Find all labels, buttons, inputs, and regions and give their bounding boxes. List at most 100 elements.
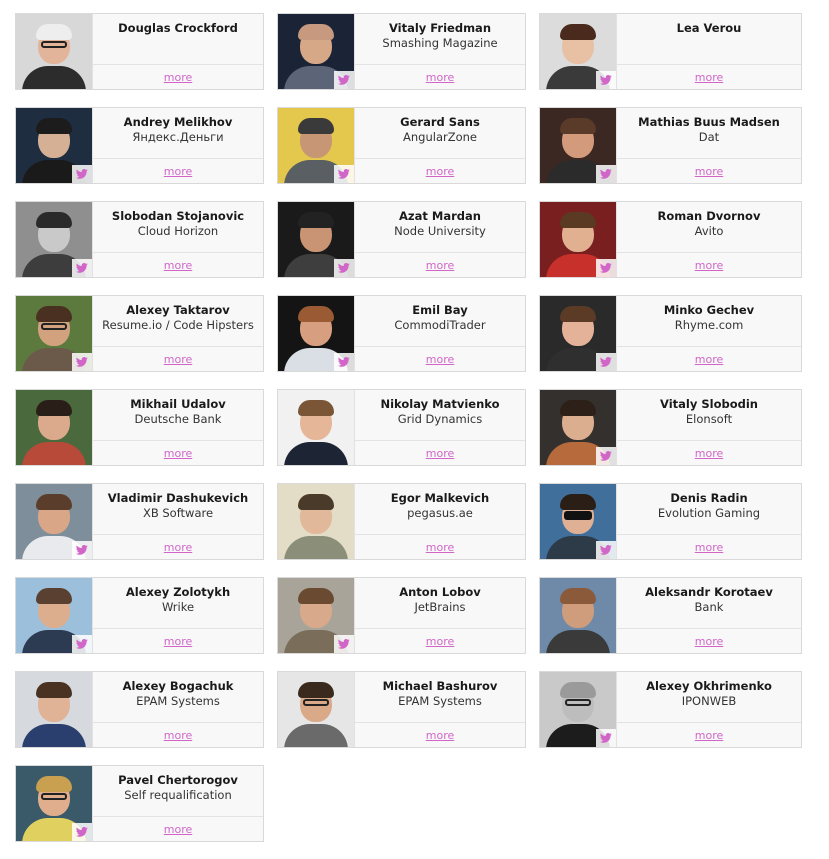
twitter-link[interactable] [72,259,92,277]
more-link[interactable]: more [164,447,193,460]
speaker-card: Mikhail Udalov Deutsche Bank more [15,389,264,466]
twitter-bird-icon [338,75,350,85]
more-link[interactable]: more [426,729,455,742]
twitter-link[interactable] [334,353,354,371]
speaker-company: Wrike [161,600,195,614]
speaker-photo [278,578,355,653]
speaker-photo [540,484,617,559]
speaker-card: Vitaly Friedman Smashing Magazine more [277,13,526,90]
twitter-link[interactable] [596,165,616,183]
speaker-name: Azat Mardan [399,209,481,223]
speaker-company: Cloud Horizon [137,224,219,238]
twitter-link[interactable] [596,259,616,277]
more-link[interactable]: more [426,71,455,84]
more-link[interactable]: more [695,165,724,178]
speaker-company: AngularZone [403,130,477,144]
speaker-photo [16,14,93,89]
twitter-bird-icon [600,75,612,85]
more-link[interactable]: more [426,165,455,178]
twitter-bird-icon [600,169,612,179]
more-link[interactable]: more [164,729,193,742]
twitter-link[interactable] [72,823,92,841]
speaker-company: Self requalification [124,788,232,802]
speaker-card: Mathias Buus Madsen Dat more [539,107,802,184]
speaker-company: Smashing Magazine [382,36,498,50]
twitter-bird-icon [600,357,612,367]
speaker-name: Alexey Taktarov [126,303,230,317]
more-link[interactable]: more [695,729,724,742]
speaker-company: pegasus.ae [407,506,473,520]
more-link[interactable]: more [695,541,724,554]
twitter-bird-icon [338,357,350,367]
speaker-card: Roman Dvornov Avito more [539,201,802,278]
speaker-photo [540,108,617,183]
twitter-bird-icon [338,169,350,179]
speaker-photo [16,296,93,371]
more-link[interactable]: more [695,447,724,460]
twitter-bird-icon [600,263,612,273]
twitter-link[interactable] [596,447,616,465]
more-link[interactable]: more [695,259,724,272]
more-link[interactable]: more [164,635,193,648]
speaker-name: Mathias Buus Madsen [638,115,780,129]
speaker-photo [278,14,355,89]
twitter-link[interactable] [596,729,616,747]
more-link[interactable]: more [164,259,193,272]
twitter-link[interactable] [596,541,616,559]
more-link[interactable]: more [164,71,193,84]
more-link[interactable]: more [164,823,193,836]
speaker-card: Slobodan Stojanovic Cloud Horizon more [15,201,264,278]
speaker-card: Alexey Okhrimenko IPONWEB more [539,671,802,748]
speaker-company: Evolution Gaming [657,506,761,520]
speaker-company: JetBrains [414,600,466,614]
speaker-photo [278,390,355,465]
more-link[interactable]: more [426,259,455,272]
more-link[interactable]: more [695,71,724,84]
speaker-photo [16,484,93,559]
more-link[interactable]: more [695,635,724,648]
speaker-photo [16,766,93,841]
twitter-link[interactable] [334,71,354,89]
speaker-name: Roman Dvornov [657,209,761,223]
speaker-card: Vitaly Slobodin Elonsoft more [539,389,802,466]
more-link[interactable]: more [164,353,193,366]
more-link[interactable]: more [426,541,455,554]
speaker-photo [278,108,355,183]
twitter-link[interactable] [596,353,616,371]
more-link[interactable]: more [164,165,193,178]
twitter-link[interactable] [72,541,92,559]
more-link[interactable]: more [426,447,455,460]
more-link[interactable]: more [695,353,724,366]
more-link[interactable]: more [164,541,193,554]
speaker-card: Anton Lobov JetBrains more [277,577,526,654]
speaker-company: EPAM Systems [136,694,220,708]
twitter-link[interactable] [334,635,354,653]
more-link[interactable]: more [426,635,455,648]
speaker-name: Minko Gechev [663,303,755,317]
speaker-company: Resume.io / Code Hipsters [102,318,254,332]
more-link[interactable]: more [426,353,455,366]
speaker-company: Deutsche Bank [134,412,222,426]
twitter-link[interactable] [334,259,354,277]
twitter-link[interactable] [72,165,92,183]
speaker-name: Slobodan Stojanovic [111,209,245,223]
speaker-card: Nikolay Matvienko Grid Dynamics more [277,389,526,466]
speaker-name: Vitaly Slobodin [660,397,758,411]
speaker-card: Vladimir Dashukevich XB Software more [15,483,264,560]
speaker-name: Anton Lobov [399,585,481,599]
speaker-card: Alexey Bogachuk EPAM Systems more [15,671,264,748]
speaker-photo [540,14,617,89]
twitter-bird-icon [76,169,88,179]
speaker-name: Alexey Zolotykh [125,585,231,599]
twitter-link[interactable] [596,71,616,89]
twitter-link[interactable] [72,635,92,653]
speaker-company: EPAM Systems [398,694,482,708]
speaker-name: Denis Radin [670,491,748,505]
speaker-name: Gerard Sans [400,115,480,129]
twitter-bird-icon [76,545,88,555]
speaker-card: Denis Radin Evolution Gaming more [539,483,802,560]
speaker-photo [16,108,93,183]
twitter-link[interactable] [334,165,354,183]
twitter-link[interactable] [72,353,92,371]
speaker-company: Grid Dynamics [397,412,483,426]
